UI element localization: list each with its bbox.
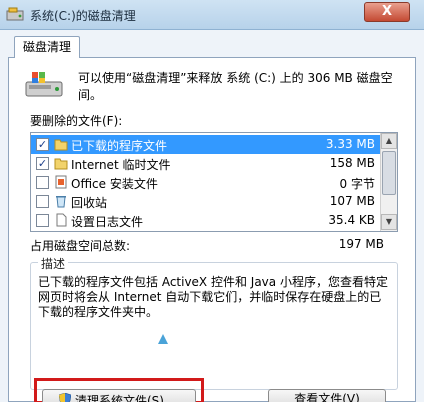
checkbox[interactable]	[36, 176, 49, 189]
list-item-size: 0 字节	[339, 177, 375, 191]
description-text: 已下载的程序文件包括 ActiveX 控件和 Java 小程序，您查看特定网页时…	[38, 275, 388, 319]
drive-cleanup-icon	[25, 72, 63, 97]
disk-cleanup-icon	[6, 7, 24, 21]
document-icon	[56, 213, 67, 227]
window-title: 系统(C:)的磁盘清理	[30, 9, 136, 23]
list-item-name: Office 安装文件	[71, 177, 158, 191]
view-files-button[interactable]: 查看文件(V)	[268, 389, 386, 402]
mouse-cursor-icon	[158, 334, 168, 344]
list-item-name: 已下载的程序文件	[71, 139, 168, 153]
cleanup-system-files-button[interactable]: 清理系统文件(S)	[42, 389, 196, 402]
checkbox[interactable]	[36, 195, 49, 208]
list-item-size: 3.33 MB	[325, 137, 375, 151]
description-label: 描述	[38, 255, 69, 272]
folder-icon	[54, 158, 68, 170]
list-item-setup-logs[interactable]: 设置日志文件 35.4 KB	[31, 211, 381, 230]
scroll-thumb[interactable]	[382, 151, 396, 195]
shield-icon	[59, 393, 71, 402]
list-item-size: 158 MB	[329, 156, 375, 170]
checkbox[interactable]	[36, 214, 49, 227]
scroll-down-icon[interactable]: ▼	[381, 214, 397, 230]
intro-text: 可以使用“磁盘清理”来释放 系统 (C:) 上的 306 MB 磁盘空间。	[78, 71, 393, 102]
list-item-size: 107 MB	[329, 194, 375, 208]
list-item-name: Internet 临时文件	[71, 158, 171, 172]
list-item-size: 35.4 KB	[328, 213, 375, 227]
folder-icon	[54, 139, 68, 151]
cleanup-system-files-label: 清理系统文件(S)	[75, 394, 164, 402]
list-item-recycle-bin[interactable]: 回收站 107 MB	[31, 192, 381, 211]
title-bar: 系统(C:)的磁盘清理 X	[0, 0, 424, 30]
checkbox[interactable]: ✓	[36, 157, 49, 170]
total-space-label: 占用磁盘空间总数:	[30, 239, 131, 253]
list-item-name: 回收站	[71, 196, 108, 210]
tab-disk-cleanup[interactable]: 磁盘清理	[14, 36, 80, 58]
list-item-office-setup[interactable]: Office 安装文件 0 字节	[31, 173, 381, 192]
total-space-value: 197 MB	[338, 237, 384, 251]
scroll-up-icon[interactable]: ▲	[381, 133, 397, 149]
office-icon	[55, 175, 67, 189]
recycle-bin-icon	[56, 196, 66, 208]
file-list-label: 要删除的文件(F):	[30, 114, 123, 128]
list-item-name: 设置日志文件	[71, 215, 144, 229]
file-list[interactable]: ✓ 已下载的程序文件 3.33 MB ✓ Internet 临时文件 158 M…	[30, 132, 398, 232]
checkbox[interactable]: ✓	[36, 138, 49, 151]
file-list-scrollbar[interactable]: ▲ ▼	[380, 133, 397, 231]
list-item-downloaded-programs[interactable]: ✓ 已下载的程序文件 3.33 MB	[31, 135, 381, 154]
list-item-internet-temp[interactable]: ✓ Internet 临时文件 158 MB	[31, 154, 381, 173]
close-button[interactable]: X	[364, 2, 410, 22]
